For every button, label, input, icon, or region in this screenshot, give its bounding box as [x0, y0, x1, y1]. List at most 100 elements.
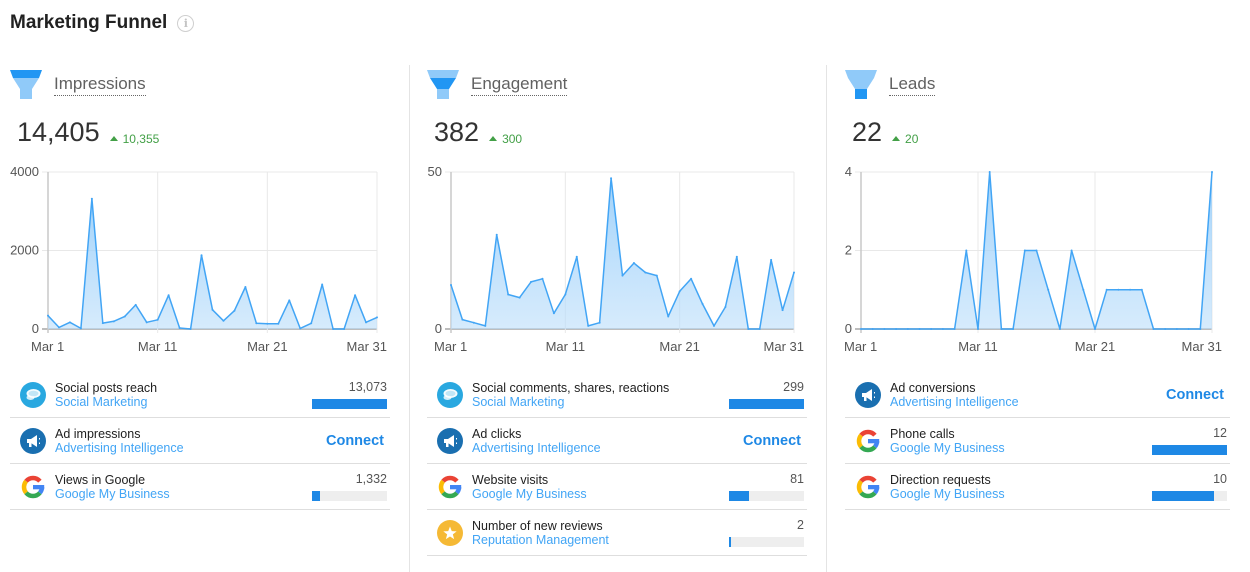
- data-point[interactable]: [299, 327, 302, 330]
- data-point[interactable]: [1175, 328, 1178, 330]
- data-point[interactable]: [1129, 288, 1132, 291]
- data-point[interactable]: [1000, 328, 1003, 330]
- data-point[interactable]: [507, 293, 510, 296]
- data-point[interactable]: [1105, 288, 1108, 291]
- data-point[interactable]: [906, 328, 909, 330]
- metric-source-link[interactable]: Advertising Intelligence: [472, 441, 743, 455]
- data-point[interactable]: [564, 293, 567, 296]
- data-point[interactable]: [781, 309, 784, 312]
- data-point[interactable]: [1187, 328, 1190, 330]
- metric-source-link[interactable]: Google My Business: [472, 487, 728, 501]
- data-point[interactable]: [255, 322, 258, 325]
- data-point[interactable]: [266, 322, 269, 325]
- data-point[interactable]: [1199, 328, 1202, 330]
- data-point[interactable]: [354, 294, 357, 297]
- data-point[interactable]: [332, 328, 335, 330]
- connect-button[interactable]: Connect: [743, 433, 801, 449]
- data-point[interactable]: [47, 314, 49, 317]
- data-point[interactable]: [178, 327, 181, 330]
- metric-source-link[interactable]: Advertising Intelligence: [890, 395, 1166, 409]
- data-point[interactable]: [747, 328, 750, 330]
- data-point[interactable]: [644, 271, 647, 274]
- data-point[interactable]: [953, 328, 956, 330]
- stage-label-engagement[interactable]: Engagement: [471, 74, 568, 96]
- data-point[interactable]: [598, 321, 601, 324]
- data-point[interactable]: [941, 328, 944, 330]
- data-point[interactable]: [1070, 249, 1073, 252]
- data-point[interactable]: [376, 316, 378, 319]
- data-point[interactable]: [712, 324, 715, 327]
- data-point[interactable]: [277, 322, 280, 325]
- data-point[interactable]: [621, 274, 624, 277]
- metric-source-link[interactable]: Social Marketing: [55, 395, 311, 409]
- metric-source-link[interactable]: Advertising Intelligence: [55, 441, 326, 455]
- data-point[interactable]: [1211, 171, 1213, 173]
- metric-source-link[interactable]: Google My Business: [55, 487, 311, 501]
- data-point[interactable]: [233, 309, 236, 312]
- data-point[interactable]: [189, 328, 192, 330]
- data-point[interactable]: [701, 302, 704, 305]
- data-point[interactable]: [288, 299, 291, 302]
- stage-label-leads[interactable]: Leads: [889, 74, 936, 96]
- connect-button[interactable]: Connect: [1166, 387, 1224, 403]
- data-point[interactable]: [860, 328, 862, 330]
- data-point[interactable]: [977, 328, 979, 330]
- connect-button[interactable]: Connect: [326, 433, 384, 449]
- data-point[interactable]: [587, 324, 590, 327]
- data-point[interactable]: [101, 322, 104, 325]
- data-point[interactable]: [244, 286, 247, 289]
- data-point[interactable]: [461, 318, 464, 321]
- data-point[interactable]: [632, 262, 635, 265]
- data-point[interactable]: [1094, 328, 1096, 330]
- data-point[interactable]: [156, 318, 159, 321]
- data-point[interactable]: [610, 177, 613, 180]
- data-point[interactable]: [918, 328, 921, 330]
- data-point[interactable]: [1082, 288, 1085, 291]
- data-point[interactable]: [1012, 328, 1015, 330]
- data-point[interactable]: [735, 255, 738, 258]
- metric-source-link[interactable]: Google My Business: [890, 441, 1151, 455]
- data-point[interactable]: [222, 319, 225, 322]
- data-point[interactable]: [541, 277, 544, 280]
- data-point[interactable]: [1140, 288, 1143, 291]
- data-point[interactable]: [57, 326, 60, 329]
- metric-source-link[interactable]: Reputation Management: [472, 533, 728, 547]
- data-point[interactable]: [518, 296, 521, 299]
- data-point[interactable]: [450, 284, 452, 287]
- data-point[interactable]: [690, 277, 693, 280]
- data-point[interactable]: [883, 328, 886, 330]
- data-point[interactable]: [1058, 328, 1061, 330]
- data-point[interactable]: [343, 328, 346, 330]
- data-point[interactable]: [310, 322, 313, 325]
- data-point[interactable]: [1047, 288, 1050, 291]
- data-point[interactable]: [112, 320, 115, 323]
- data-point[interactable]: [145, 321, 148, 324]
- info-circle-icon[interactable]: i: [177, 14, 195, 32]
- data-point[interactable]: [68, 321, 71, 324]
- data-point[interactable]: [472, 321, 475, 324]
- data-point[interactable]: [484, 324, 487, 327]
- data-point[interactable]: [134, 303, 137, 306]
- data-point[interactable]: [655, 274, 658, 277]
- data-point[interactable]: [167, 294, 170, 297]
- data-point[interactable]: [1023, 249, 1026, 252]
- data-point[interactable]: [1117, 288, 1120, 291]
- data-point[interactable]: [79, 327, 82, 330]
- data-point[interactable]: [758, 328, 761, 330]
- data-point[interactable]: [1035, 249, 1038, 252]
- data-point[interactable]: [211, 308, 214, 311]
- metric-source-link[interactable]: Social Marketing: [472, 395, 728, 409]
- data-point[interactable]: [895, 328, 898, 330]
- data-point[interactable]: [793, 271, 795, 274]
- data-point[interactable]: [552, 312, 555, 315]
- metric-source-link[interactable]: Google My Business: [890, 487, 1151, 501]
- data-point[interactable]: [365, 321, 368, 324]
- data-point[interactable]: [930, 328, 933, 330]
- data-point[interactable]: [90, 197, 93, 200]
- data-point[interactable]: [1152, 328, 1155, 330]
- data-point[interactable]: [988, 171, 991, 173]
- data-point[interactable]: [123, 315, 126, 318]
- data-point[interactable]: [575, 255, 578, 258]
- data-point[interactable]: [871, 328, 874, 330]
- data-point[interactable]: [667, 315, 670, 318]
